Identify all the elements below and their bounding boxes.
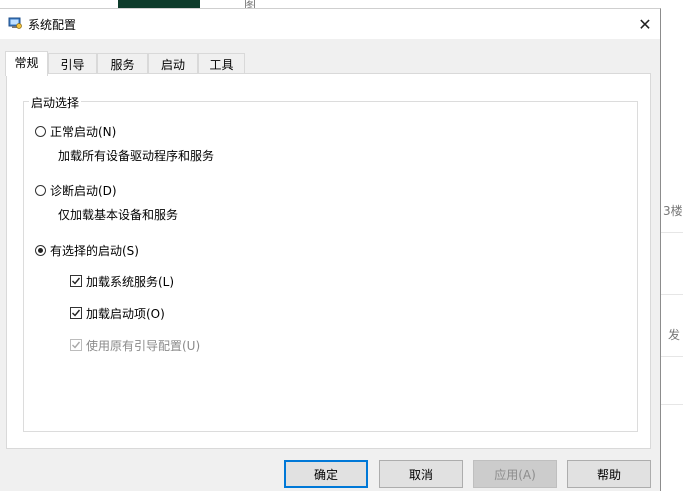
msconfig-app-icon: [8, 16, 22, 30]
title-bar[interactable]: 系统配置 ✕: [0, 9, 660, 39]
selective-startup-label[interactable]: 有选择的启动(S): [50, 242, 139, 259]
system-configuration-dialog: 系统配置 ✕ 常规 引导 服务 启动 工具 启动选择 正常启动(N) 加载所有设…: [0, 8, 661, 491]
background-divider: [661, 356, 683, 357]
checkbox-indicator-disabled: [70, 339, 82, 351]
close-icon: ✕: [638, 14, 652, 34]
load-system-services-checkbox[interactable]: 加载系统服务(L): [70, 273, 174, 289]
normal-startup-description: 加载所有设备驱动程序和服务: [58, 149, 215, 163]
background-divider: [661, 294, 683, 295]
checkmark-icon: [72, 309, 81, 317]
normal-startup-label[interactable]: 正常启动(N): [50, 123, 116, 140]
use-original-boot-config-label: 使用原有引导配置(U): [86, 338, 201, 353]
close-button[interactable]: ✕: [630, 9, 660, 39]
background-divider: [661, 232, 683, 233]
tab-startup[interactable]: 启动: [148, 53, 198, 75]
load-startup-items-label[interactable]: 加载启动项(O): [86, 305, 165, 322]
general-tab-panel: 启动选择 正常启动(N) 加载所有设备驱动程序和服务 诊断启动(D) 仅加载基本…: [6, 73, 651, 449]
tab-general[interactable]: 常规: [5, 51, 48, 76]
load-system-services-label[interactable]: 加载系统服务(L): [86, 273, 174, 290]
checkbox-indicator[interactable]: [70, 307, 82, 319]
selective-startup-radio[interactable]: 有选择的启动(S): [35, 242, 139, 258]
checkmark-icon: [72, 341, 81, 349]
background-text-fragment: 3楼: [663, 204, 683, 218]
tab-boot[interactable]: 引导: [48, 53, 97, 75]
ok-button[interactable]: 确定: [284, 460, 368, 488]
checkmark-icon: [72, 277, 81, 285]
radio-indicator[interactable]: [35, 184, 46, 196]
checkbox-indicator[interactable]: [70, 275, 82, 287]
diagnostic-startup-label[interactable]: 诊断启动(D): [50, 182, 117, 199]
tab-services[interactable]: 服务: [97, 53, 148, 75]
load-startup-items-checkbox[interactable]: 加载启动项(O): [70, 305, 165, 321]
diagnostic-startup-radio[interactable]: 诊断启动(D): [35, 182, 117, 198]
background-text-fragment: 发: [668, 328, 681, 342]
window-title: 系统配置: [28, 18, 77, 32]
help-button[interactable]: 帮助: [567, 460, 651, 488]
normal-startup-radio[interactable]: 正常启动(N): [35, 123, 116, 139]
radio-indicator[interactable]: [35, 125, 46, 137]
tab-tools[interactable]: 工具: [198, 53, 245, 75]
cancel-button[interactable]: 取消: [379, 460, 463, 488]
diagnostic-startup-description: 仅加载基本设备和服务: [58, 208, 179, 222]
apply-button: 应用(A): [473, 460, 557, 488]
background-divider: [661, 404, 683, 405]
group-label: 启动选择: [29, 94, 82, 111]
radio-indicator-selected[interactable]: [35, 244, 46, 256]
use-original-boot-config-checkbox: 使用原有引导配置(U): [70, 337, 200, 353]
